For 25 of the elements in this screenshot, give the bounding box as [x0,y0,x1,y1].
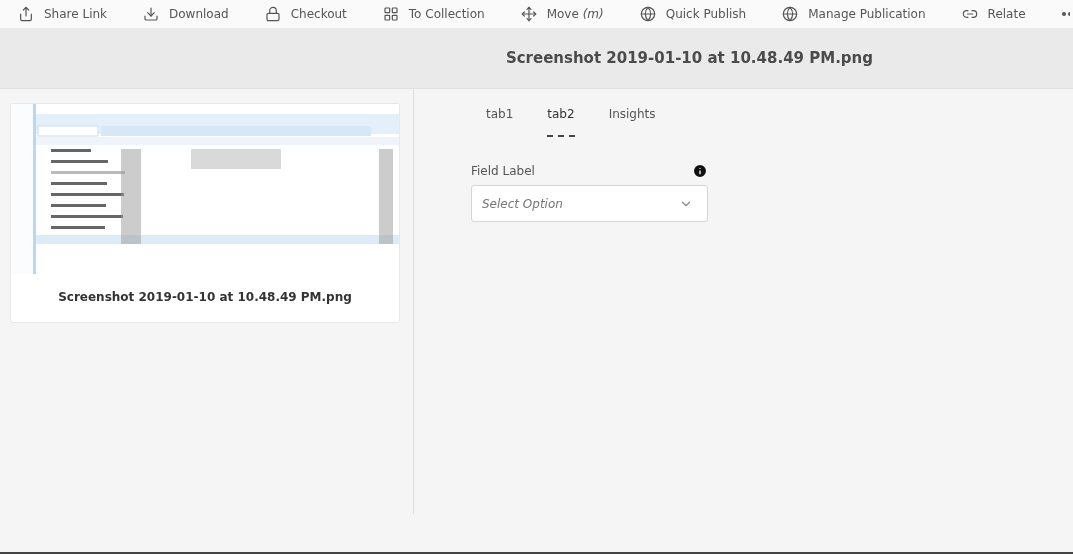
grid-icon [382,6,399,22]
tab[interactable]: tab2 [547,107,575,137]
globe-icon [639,6,656,22]
field-label: Field Label [471,164,535,178]
card-caption: Screenshot 2019-01-10 at 10.48.49 PM.png [57,289,353,306]
move-icon [520,6,537,22]
toolbar-button[interactable]: Relate [961,6,1026,22]
asset-title: Screenshot 2019-01-10 at 10.48.49 PM.png [505,49,873,67]
tab[interactable]: tab1 [486,107,514,137]
select-field[interactable]: Select Option [471,185,708,222]
download-icon [143,6,160,22]
toolbar-button[interactable]: Download [143,6,229,22]
toolbar-button[interactable]: To Collection [382,6,485,22]
asset-card[interactable]: Screenshot 2019-01-10 at 10.48.49 PM.png [10,103,400,323]
info-icon[interactable] [692,163,708,179]
toolbar-button[interactable]: Move (m) [520,6,604,22]
share-icon [18,6,34,22]
toolbar-button[interactable]: Manage Publication [782,6,926,22]
toolbar-button[interactable]: Checkout [264,6,347,22]
lock-icon [264,6,281,22]
toolbar-button[interactable]: Quick Publish [639,6,747,22]
toolbar-button[interactable]: Share Link [18,6,108,22]
tab[interactable]: Insights [608,107,656,137]
globe-icon [782,6,799,22]
more-icon[interactable] [1061,11,1070,17]
